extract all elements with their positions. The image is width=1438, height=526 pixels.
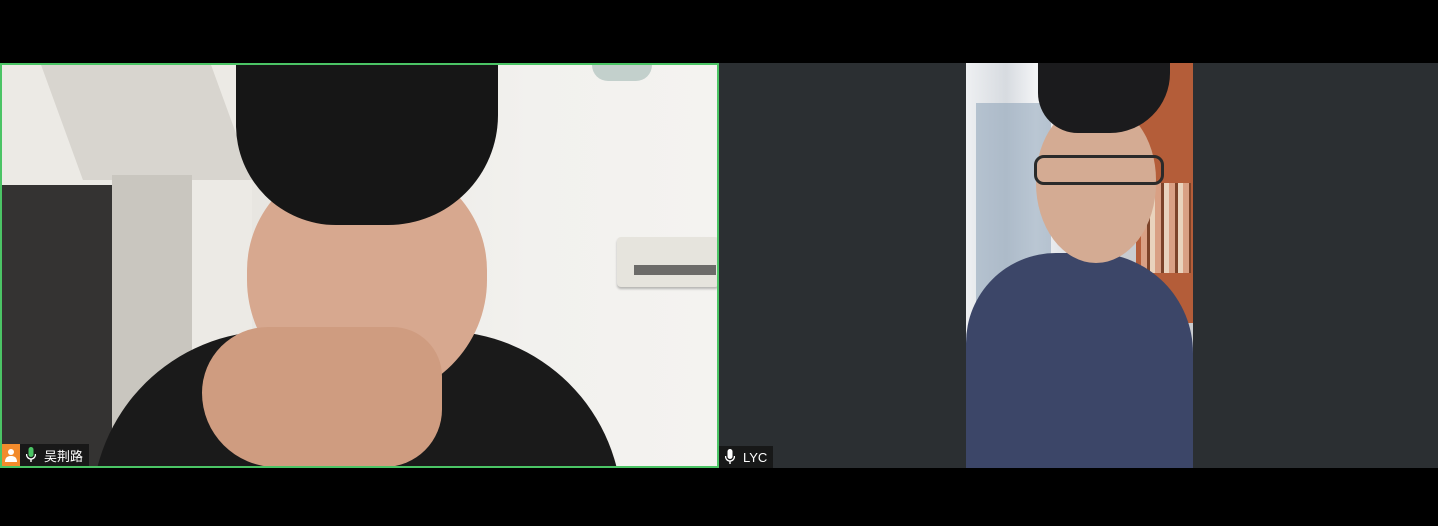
mic-on-icon <box>719 446 741 468</box>
host-icon <box>2 444 20 466</box>
doorway <box>2 185 122 466</box>
video-feed <box>2 65 717 466</box>
participant-body <box>966 253 1193 468</box>
air-conditioner-vent <box>634 265 716 275</box>
video-tile-lyc[interactable]: LYC <box>719 63 1438 468</box>
ceiling-beam <box>41 65 253 180</box>
video-feed <box>966 63 1193 468</box>
glasses <box>1034 155 1164 185</box>
participant-hand <box>202 327 442 466</box>
participant-nametag: 吴荆路 <box>2 444 90 466</box>
participant-name: LYC <box>743 449 768 465</box>
participant-name: 吴荆路 <box>44 448 84 464</box>
air-conditioner <box>617 237 717 287</box>
video-tile-wujinglu[interactable]: 吴荆路 <box>0 63 719 468</box>
participant-nametag: LYC <box>719 446 774 468</box>
mic-on-icon <box>20 444 42 466</box>
ceiling-fan <box>592 65 652 81</box>
